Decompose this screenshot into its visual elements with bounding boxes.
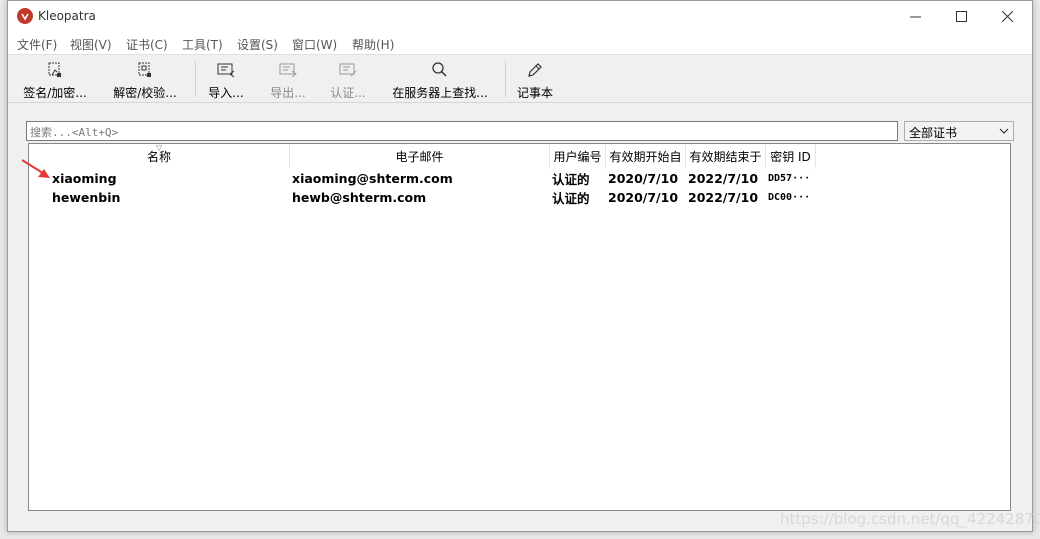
sign-encrypt-label: 签名/加密... bbox=[23, 86, 87, 100]
sign-encrypt-icon bbox=[45, 60, 65, 80]
menu-file[interactable]: 文件(F) bbox=[17, 36, 57, 53]
cell-name: xiaoming bbox=[52, 171, 117, 186]
decrypt-verify-button[interactable]: 解密/校验... bbox=[108, 59, 182, 101]
search-icon bbox=[430, 60, 450, 80]
cell-user-id: 认证的 bbox=[552, 172, 590, 187]
table-header: ▽ 名称 电子邮件 用户编号 有效期开始自 有效期结束于 密钥 ID bbox=[29, 143, 1010, 169]
export-icon bbox=[278, 60, 298, 80]
column-header-valid-from[interactable]: 有效期开始自 bbox=[606, 144, 686, 169]
cell-user-id: 认证的 bbox=[552, 191, 590, 206]
decrypt-verify-icon bbox=[135, 60, 155, 80]
export-label: 导出... bbox=[270, 86, 306, 100]
menu-bar: 文件(F) 视图(V) 证书(C) 工具(T) 设置(S) 窗口(W) 帮助(H… bbox=[8, 32, 1032, 54]
kleopatra-window: Kleopatra 文件(F) 视图(V) 证书(C) 工具(T) 设置(S) … bbox=[7, 0, 1033, 532]
certificate-filter-value: 全部证书 bbox=[909, 126, 958, 140]
minimize-button[interactable] bbox=[892, 1, 938, 32]
notepad-label: 记事本 bbox=[516, 86, 553, 100]
toolbar-separator bbox=[505, 61, 506, 97]
notepad-button[interactable]: 记事本 bbox=[514, 59, 556, 101]
window-title: Kleopatra bbox=[38, 9, 96, 23]
menu-help[interactable]: 帮助(H) bbox=[352, 36, 394, 53]
column-header-key-id[interactable]: 密钥 ID bbox=[766, 144, 816, 169]
annotation-arrow-icon bbox=[21, 159, 50, 178]
chevron-down-icon bbox=[999, 124, 1009, 141]
menu-view[interactable]: 视图(V) bbox=[70, 36, 112, 53]
cell-valid-until: 2022/7/10 bbox=[688, 190, 759, 205]
watermark-text: https://blog.csdn.net/qq_42242870 bbox=[780, 510, 1040, 528]
import-button[interactable]: 导入... bbox=[204, 59, 248, 101]
sign-encrypt-button[interactable]: 签名/加密... bbox=[18, 59, 92, 101]
decrypt-verify-label: 解密/校验... bbox=[113, 86, 177, 100]
menu-settings[interactable]: 设置(S) bbox=[237, 36, 278, 53]
menu-tools[interactable]: 工具(T) bbox=[182, 36, 223, 53]
cell-valid-from: 2020/7/10 bbox=[608, 190, 679, 205]
lookup-server-label: 在服务器上查找... bbox=[392, 86, 488, 100]
lookup-server-button[interactable]: 在服务器上查找... bbox=[388, 59, 492, 101]
close-button[interactable] bbox=[984, 1, 1030, 32]
cell-email: xiaoming@shterm.com bbox=[292, 171, 453, 186]
certificate-filter-select[interactable]: 全部证书 bbox=[904, 121, 1014, 141]
menu-window[interactable]: 窗口(W) bbox=[292, 36, 337, 53]
certify-icon bbox=[338, 60, 358, 80]
import-icon bbox=[216, 60, 236, 80]
column-header-valid-until[interactable]: 有效期结束于 bbox=[686, 144, 766, 169]
certify-label: 认证... bbox=[330, 86, 366, 100]
cell-valid-until: 2022/7/10 bbox=[688, 171, 759, 186]
export-button[interactable]: 导出... bbox=[266, 59, 310, 101]
cell-email: hewb@shterm.com bbox=[292, 190, 427, 205]
cell-key-id: DC00··· bbox=[768, 192, 811, 203]
cell-name: hewenbin bbox=[52, 190, 121, 205]
table-row[interactable]: hewenbin hewb@shterm.com 认证的 2020/7/10 2… bbox=[29, 188, 1010, 207]
table-row[interactable]: xiaoming xiaoming@shterm.com 认证的 2020/7/… bbox=[29, 169, 1010, 188]
column-header-email[interactable]: 电子邮件 bbox=[290, 144, 550, 169]
certify-button[interactable]: 认证... bbox=[326, 59, 370, 101]
maximize-button[interactable] bbox=[938, 1, 984, 32]
column-header-user-id[interactable]: 用户编号 bbox=[550, 144, 606, 169]
title-bar: Kleopatra bbox=[8, 1, 1032, 32]
toolbar-separator bbox=[195, 61, 196, 97]
certificate-table[interactable]: ▽ 名称 电子邮件 用户编号 有效期开始自 有效期结束于 密钥 ID xiaom… bbox=[28, 143, 1011, 511]
pencil-icon bbox=[525, 60, 545, 80]
import-label: 导入... bbox=[208, 86, 244, 100]
search-input[interactable]: 搜索...<Alt+Q> bbox=[26, 121, 898, 141]
column-header-name[interactable]: 名称 bbox=[29, 144, 290, 169]
menu-certificates[interactable]: 证书(C) bbox=[126, 36, 168, 53]
kleopatra-logo-icon bbox=[17, 8, 33, 24]
cell-valid-from: 2020/7/10 bbox=[608, 171, 679, 186]
toolbar: 签名/加密... 解密/校验... 导入... 导出... 认证... 在服务器… bbox=[8, 54, 1032, 103]
cell-key-id: DD57··· bbox=[768, 173, 811, 184]
